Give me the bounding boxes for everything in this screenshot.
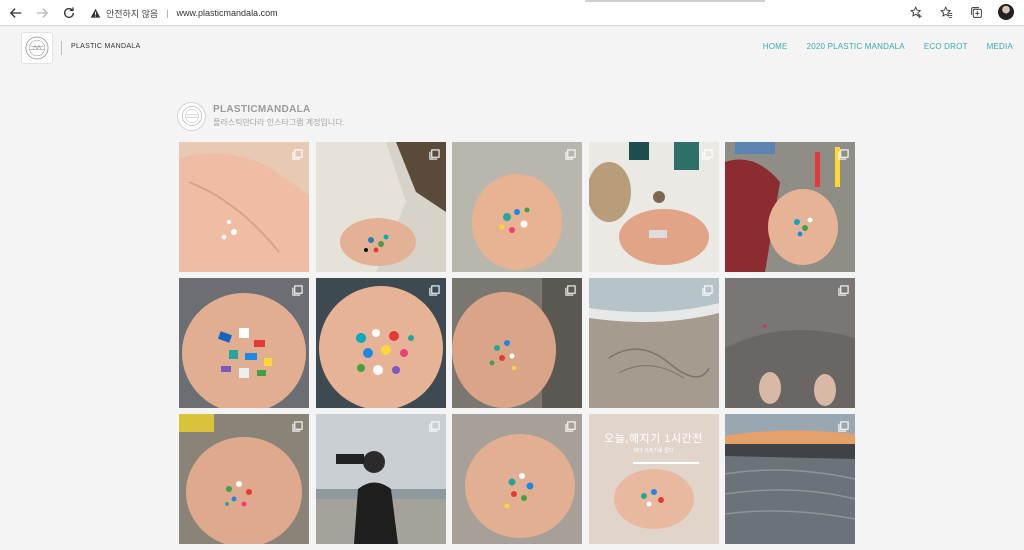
multiple-images-icon: [701, 283, 713, 296]
multiple-images-icon: [838, 283, 849, 296]
photo-hand-microplastics: [179, 142, 309, 272]
poster-subtitle: 바다 쓰레기를 줍다: [633, 448, 674, 454]
poster-title: 오늘,해지기 1시간전: [604, 433, 703, 445]
photo-sunset-tidal-flat: [725, 414, 855, 544]
multiple-images-icon: [428, 147, 440, 160]
photo-hand-plastics-sand: [452, 414, 582, 544]
main-nav: HOME 2020 PLASTIC MANDALA ECO DROT MEDIA: [763, 42, 1013, 51]
multiple-images-icon: [838, 419, 849, 432]
mandala-logo-icon: [181, 106, 202, 126]
grid-photo-10[interactable]: [725, 278, 855, 408]
grid-photo-1[interactable]: [179, 142, 309, 272]
multiple-images-icon: [838, 147, 849, 160]
site-title[interactable]: PLASTIC MANDALA: [71, 43, 140, 50]
grid-photo-3[interactable]: [452, 142, 582, 272]
feed-username[interactable]: PLASTICMANDALA: [213, 104, 345, 115]
instagram-feed-header: PLASTICMANDALA 플라스틱만다라 인스타그램 계정입니다.: [177, 101, 345, 131]
arrow-left-icon: [9, 8, 22, 18]
multiple-images-icon: [292, 147, 303, 160]
grid-photo-5[interactable]: [725, 142, 855, 272]
favorites-button[interactable]: [938, 4, 954, 20]
brand-divider: [61, 41, 62, 55]
feed-avatar[interactable]: [177, 101, 206, 131]
forward-button[interactable]: [34, 5, 50, 21]
tab-strip-edge: [585, 0, 765, 2]
multiple-images-icon: [428, 283, 440, 296]
grid-photo-14[interactable]: 오늘,해지기 1시간전 바다 쓰레기를 줍다: [588, 414, 719, 544]
reload-icon: [63, 7, 75, 18]
multiple-images-icon: [292, 419, 303, 432]
photo-handful-colorful-plastics: [179, 278, 309, 408]
browser-actions: [908, 4, 1014, 20]
photo-lap-hand-plastics: [315, 142, 446, 272]
profile-avatar[interactable]: [998, 4, 1014, 20]
grid-photo-12[interactable]: [315, 414, 446, 544]
arrow-right-icon: [36, 8, 49, 18]
mandala-logo-icon: [25, 36, 49, 60]
multiple-images-icon: [565, 147, 576, 160]
multiple-images-icon: [565, 419, 576, 432]
collections-button[interactable]: [968, 4, 984, 20]
nav-home[interactable]: HOME: [763, 42, 788, 51]
feed-profile-text: PLASTICMANDALA 플라스틱만다라 인스타그램 계정입니다.: [213, 104, 345, 128]
photo-hand-with-rope: [588, 142, 719, 272]
nav-eco-drot[interactable]: ECO DROT: [924, 42, 968, 51]
grid-photo-6[interactable]: [179, 278, 309, 408]
security-label: 안전하지 않음: [106, 8, 159, 19]
url-separator: |: [166, 8, 169, 18]
multiple-images-icon: [292, 283, 303, 296]
photo-camera-operator: [315, 414, 446, 544]
nav-2020-plastic-mandala[interactable]: 2020 PLASTIC MANDALA: [807, 42, 905, 51]
multiple-images-icon: [701, 147, 713, 160]
photo-hand-net-beach: [725, 142, 855, 272]
grid-photo-15[interactable]: [725, 414, 855, 544]
multiple-images-icon: [428, 419, 440, 432]
grid-photo-7[interactable]: [315, 278, 446, 408]
security-indicator[interactable]: 안전하지 않음: [90, 7, 158, 20]
grid-photo-11[interactable]: [179, 414, 309, 544]
photo-hand-plastics-beach: [179, 414, 309, 544]
add-favorite-button[interactable]: [908, 4, 924, 20]
nav-media[interactable]: MEDIA: [987, 42, 1013, 51]
photo-hand-plastics-gravel: [452, 278, 582, 408]
warning-icon: [90, 8, 101, 18]
photo-handful-plastics-closeup: [315, 278, 446, 408]
back-button[interactable]: [8, 5, 24, 21]
favorites-icon: [939, 5, 952, 18]
site-logo[interactable]: [21, 32, 53, 64]
address-bar[interactable]: 안전하지 않음 | www.plasticmandala.com: [90, 4, 278, 22]
instagram-photo-grid: 오늘,해지기 1시간전 바다 쓰레기를 줍다: [179, 142, 855, 544]
grid-photo-2[interactable]: [315, 142, 446, 272]
reload-button[interactable]: [61, 5, 77, 21]
grid-photo-8[interactable]: [452, 278, 582, 408]
photo-hand-on-sand: [452, 142, 582, 272]
browser-toolbar: 안전하지 않음 | www.plasticmandala.com: [0, 0, 1024, 26]
site-header: PLASTIC MANDALA HOME 2020 PLASTIC MANDAL…: [0, 27, 1024, 67]
collections-icon: [970, 6, 982, 18]
grid-photo-13[interactable]: [452, 414, 582, 544]
url-text[interactable]: www.plasticmandala.com: [177, 8, 278, 18]
grid-photo-9[interactable]: [588, 278, 719, 408]
grid-photo-4[interactable]: [588, 142, 719, 272]
multiple-images-icon: [565, 283, 576, 296]
photo-feet-dark-sand: [725, 278, 855, 408]
feed-bio: 플라스틱만다라 인스타그램 계정입니다.: [213, 118, 345, 127]
star-add-icon: [909, 5, 922, 18]
photo-shoreline-sand: [588, 278, 719, 408]
poster-underline: [632, 462, 699, 464]
